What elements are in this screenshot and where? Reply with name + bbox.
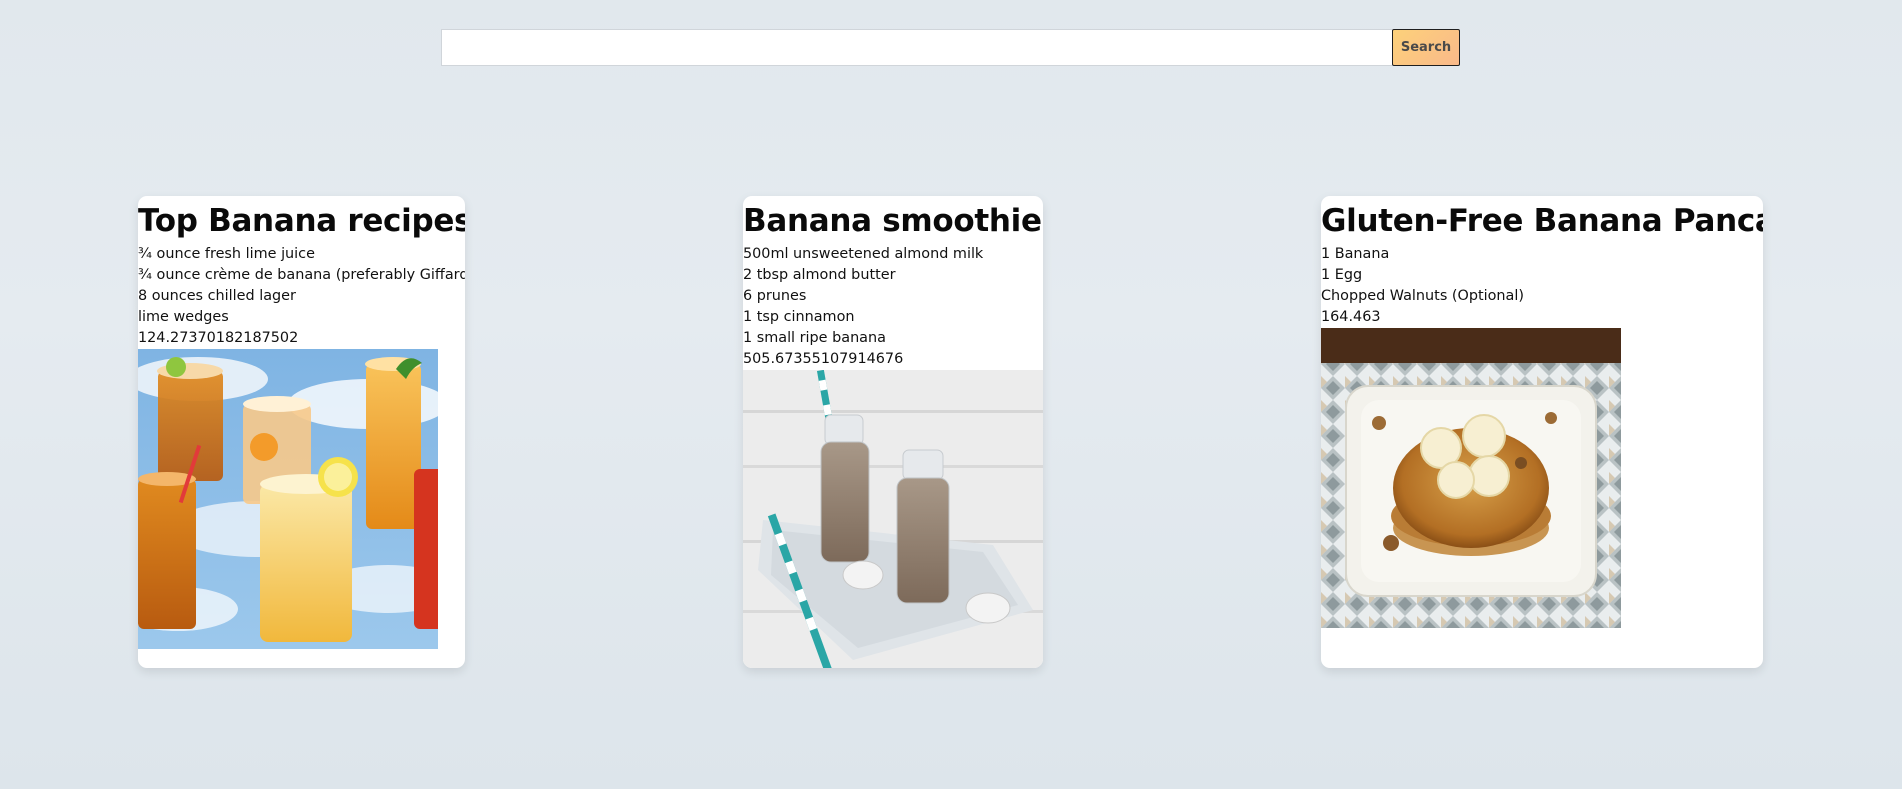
recipe-card: Gluten-Free Banana Pancakes 1 Banana 1 E… bbox=[1321, 196, 1763, 668]
recipe-number: 124.27370182187502 bbox=[138, 330, 299, 346]
pancakes-plate-image bbox=[1321, 328, 1621, 628]
recipe-card: Banana smoothie 500ml unsweetened almond… bbox=[743, 196, 1043, 668]
search-input[interactable] bbox=[441, 29, 1392, 66]
recipe-title: Gluten-Free Banana Pancakes bbox=[1321, 203, 1763, 239]
ingredient-item: 1 tsp cinnamon bbox=[743, 309, 855, 325]
ingredient-item: ¾ ounce crème de banana (preferably Giff… bbox=[138, 267, 465, 283]
ingredient-item: 1 small ripe banana bbox=[743, 330, 886, 346]
recipe-title: Banana smoothie bbox=[743, 203, 1042, 239]
ingredient-item: 1 Egg bbox=[1321, 267, 1363, 283]
ingredient-item: 1 Banana bbox=[1321, 246, 1390, 262]
ingredient-item: Chopped Walnuts (Optional) bbox=[1321, 288, 1524, 304]
ingredient-item: 8 ounces chilled lager bbox=[138, 288, 296, 304]
ingredient-item: ¾ ounce fresh lime juice bbox=[138, 246, 315, 262]
iced-drinks-image bbox=[138, 349, 438, 649]
search-button[interactable]: Search bbox=[1392, 29, 1460, 66]
recipe-number: 505.67355107914676 bbox=[743, 351, 904, 367]
ingredient-item: 6 prunes bbox=[743, 288, 807, 304]
recipe-number: 164.463 bbox=[1321, 309, 1381, 325]
search-bar: Search bbox=[441, 29, 1460, 66]
smoothie-bottles-image bbox=[743, 370, 1043, 668]
recipe-card: Top Banana recipes ¾ ounce fresh lime ju… bbox=[138, 196, 465, 668]
recipe-title: Top Banana recipes bbox=[138, 203, 465, 239]
ingredient-item: 2 tbsp almond butter bbox=[743, 267, 896, 283]
ingredient-item: 500ml unsweetened almond milk bbox=[743, 246, 984, 262]
ingredient-item: lime wedges bbox=[138, 309, 229, 325]
